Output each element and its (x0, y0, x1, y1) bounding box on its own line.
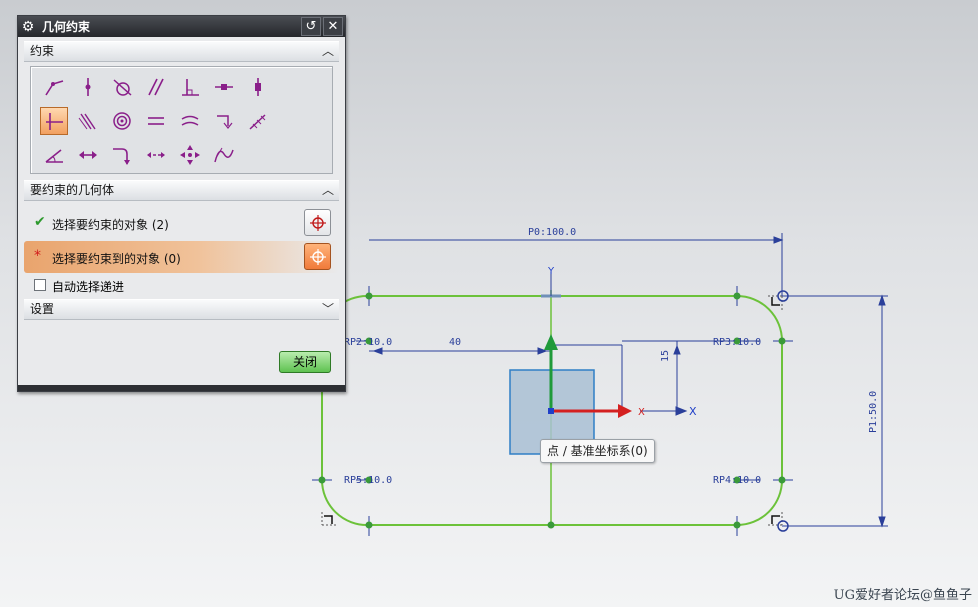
axis-x-label: X (638, 407, 645, 418)
chevron-up-icon[interactable]: ︿ (319, 43, 337, 59)
geometric-constraints-dialog: ⚙ 几何约束 ↺ ✕ 约束 ︿ 要约束的几何体 ︿ ✔ 选择要约束的对象 (2)… (17, 15, 346, 392)
constraint-section-title: 约束 (30, 44, 55, 58)
geometry-section-title: 要约束的几何体 (30, 183, 115, 197)
perpendicular-icon[interactable] (176, 73, 204, 101)
tangent-icon[interactable] (108, 73, 136, 101)
dialog-titlebar[interactable]: ⚙ 几何约束 ↺ ✕ (18, 16, 345, 37)
dimension-lines (312, 233, 888, 536)
select-target-row[interactable]: * 选择要约束到的对象 (0) (24, 241, 339, 273)
chevron-up-icon[interactable]: ︿ (319, 182, 337, 198)
select-object-label: 选择要约束的对象 (2) (52, 218, 169, 232)
equal-length-icon[interactable] (142, 107, 170, 135)
axis-x2-label: X (689, 405, 697, 418)
close-button[interactable]: 关闭 (279, 351, 331, 373)
crosshair-icon (309, 214, 326, 231)
mirror-icon[interactable] (176, 141, 204, 169)
constraint-section-header[interactable]: 约束 ︿ (24, 41, 339, 62)
select-object-button[interactable] (304, 209, 331, 236)
select-target-button[interactable] (304, 243, 331, 270)
slope-of-curve-icon[interactable] (210, 141, 238, 169)
equal-radius-icon[interactable] (176, 107, 204, 135)
settings-section-header[interactable]: 设置 ﹀ (24, 299, 339, 320)
axis-y-label: Y (547, 266, 555, 277)
horizontal-icon[interactable] (210, 73, 238, 101)
close-icon[interactable]: ✕ (323, 17, 343, 36)
fully-fixed-icon[interactable] (244, 107, 272, 135)
required-asterisk-icon: * (34, 248, 41, 264)
watermark: UG爱好者论坛@鱼鱼子 (833, 588, 972, 603)
geometry-section-header[interactable]: 要约束的几何体 ︿ (24, 180, 339, 201)
dim-rp4[interactable]: RP4:10.0 (713, 475, 761, 486)
parallel-icon[interactable] (142, 73, 170, 101)
dim-p1[interactable]: P1:50.0 (868, 391, 879, 433)
constraint-icon-grid (30, 66, 333, 174)
point-on-curve-icon[interactable] (74, 73, 102, 101)
horizontal-align-icon[interactable] (40, 107, 68, 135)
auto-select-label: 自动选择递进 (52, 280, 125, 294)
checkmark-icon: ✔ (34, 214, 46, 230)
gear-icon[interactable]: ⚙ (18, 19, 38, 35)
dialog-bottom-bar (18, 385, 345, 391)
vertical-icon[interactable] (244, 73, 272, 101)
crosshair-icon (309, 248, 326, 265)
dim-rp3[interactable]: RP3:10.0 (713, 337, 761, 348)
chevron-down-icon[interactable]: ﹀ (319, 301, 337, 317)
auto-select-checkbox[interactable] (34, 279, 46, 291)
constant-length-icon[interactable] (74, 141, 102, 169)
selection-tooltip: 点 / 基准坐标系(0) (540, 439, 655, 463)
dim-rp5[interactable]: RP5:10.0 (344, 475, 392, 486)
dim-15[interactable]: 15 (660, 350, 671, 362)
select-target-label: 选择要约束到的对象 (0) (52, 252, 181, 266)
dialog-title: 几何约束 (42, 20, 91, 34)
dim-40[interactable]: 40 (449, 337, 461, 348)
midpoint-icon[interactable] (142, 141, 170, 169)
reset-button[interactable]: ↺ (301, 17, 321, 36)
auto-select-row[interactable]: 自动选择递进 (24, 275, 339, 297)
concentric-icon[interactable] (108, 107, 136, 135)
dim-rp2[interactable]: RP2:10.0 (344, 337, 392, 348)
collinear-icon[interactable] (74, 107, 102, 135)
fixed-icon[interactable] (210, 107, 238, 135)
coincident-icon[interactable] (40, 73, 68, 101)
dim-p0[interactable]: P0:100.0 (528, 227, 576, 238)
select-object-row[interactable]: ✔ 选择要约束的对象 (2) (24, 207, 339, 239)
point-on-string-icon[interactable] (108, 141, 136, 169)
settings-section-title: 设置 (30, 302, 55, 316)
constant-angle-icon[interactable] (40, 141, 68, 169)
